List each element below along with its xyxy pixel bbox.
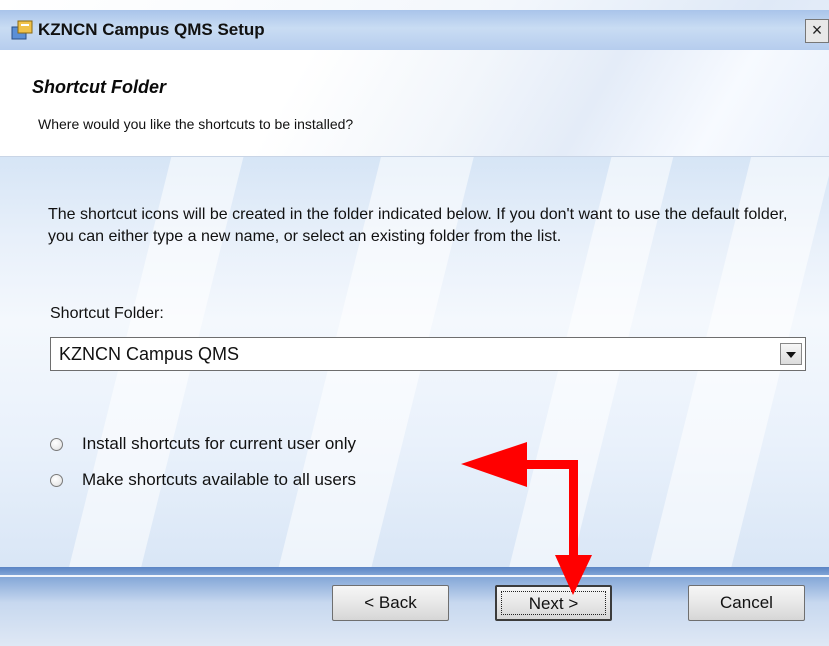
close-icon: × (811, 20, 823, 40)
shortcut-folder-label: Shortcut Folder: (50, 305, 164, 322)
setup-window: KZNCN Campus QMS Setup × Shortcut Folder… (0, 0, 829, 646)
shortcut-folder-combobox[interactable]: KZNCN Campus QMS (50, 337, 806, 371)
dropdown-button[interactable] (780, 343, 802, 365)
next-button[interactable]: Next > (495, 585, 612, 621)
radio-button[interactable] (50, 474, 63, 487)
instructions-text: The shortcut icons will be created in th… (48, 206, 788, 245)
button-bar: < Back Next > Cancel (0, 567, 829, 646)
radio-label[interactable]: Make shortcuts available to all users (82, 470, 356, 490)
title-bar: KZNCN Campus QMS Setup × (0, 10, 829, 50)
radio-button[interactable] (50, 438, 63, 451)
next-button-label: Next > (528, 594, 579, 613)
back-button[interactable]: < Back (332, 585, 449, 621)
close-button[interactable]: × (805, 19, 829, 43)
installer-icon (11, 20, 33, 40)
page-subtitle: Where would you like the shortcuts to be… (38, 116, 354, 132)
page-title: Shortcut Folder (32, 77, 166, 97)
window-title: KZNCN Campus QMS Setup (38, 20, 265, 39)
cancel-button[interactable]: Cancel (688, 585, 805, 621)
chevron-down-icon (786, 352, 796, 358)
content-panel: The shortcut icons will be created in th… (0, 157, 829, 567)
radio-label[interactable]: Install shortcuts for current user only (82, 434, 356, 454)
divider (0, 575, 829, 577)
header-panel: Shortcut Folder Where would you like the… (0, 50, 829, 157)
shortcut-folder-value[interactable]: KZNCN Campus QMS (59, 344, 239, 365)
